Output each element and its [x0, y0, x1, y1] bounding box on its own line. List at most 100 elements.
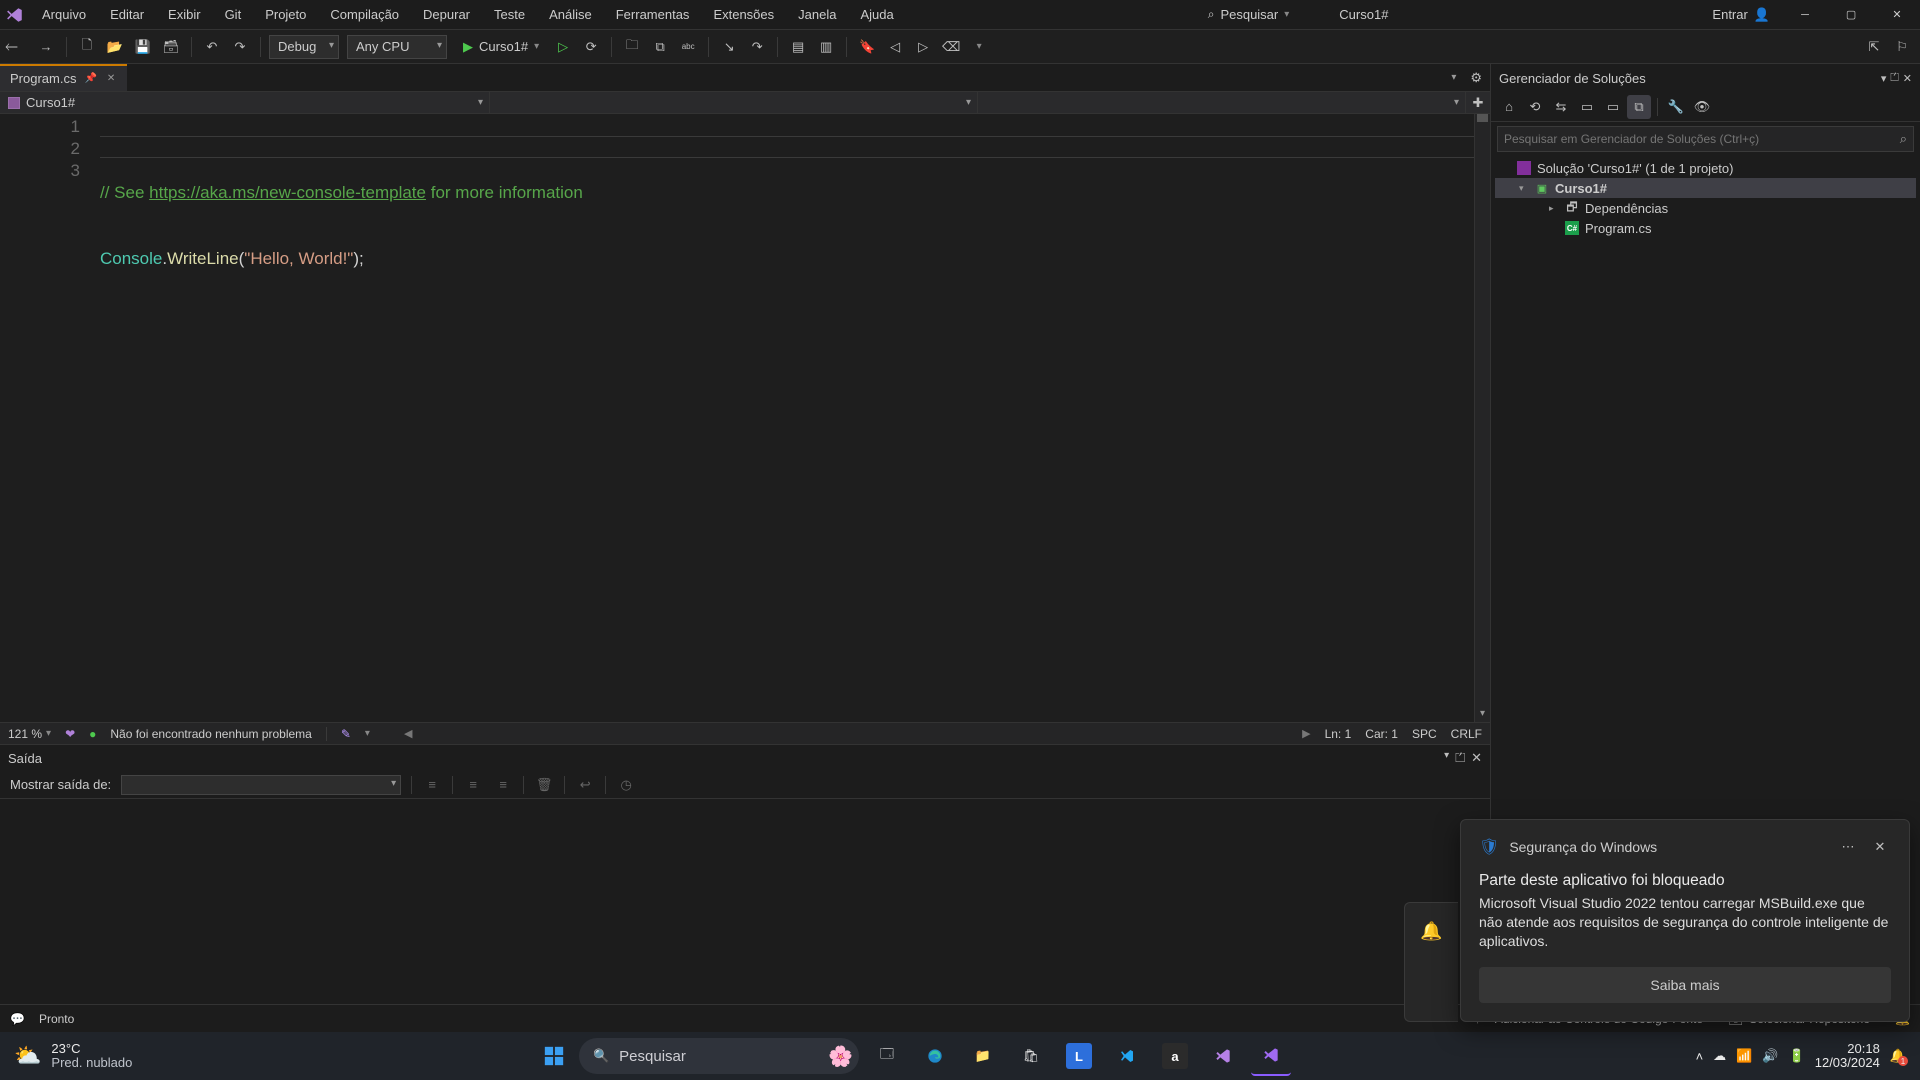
health-icon[interactable]: ❤	[65, 727, 75, 741]
edge-app[interactable]	[915, 1036, 955, 1076]
signin-button[interactable]: Entrar 👤	[1700, 7, 1782, 23]
vscode-app[interactable]	[1107, 1036, 1147, 1076]
live-share-button[interactable]: ⇱	[1862, 35, 1886, 59]
window-layout-button[interactable]: ⧉	[648, 35, 672, 59]
expand-icon[interactable]: ▸	[1549, 203, 1559, 214]
panel-close-icon[interactable]: ✕	[1471, 750, 1482, 766]
menu-extensoes[interactable]: Extensões	[701, 1, 786, 28]
home-button[interactable]: ⌂	[1497, 95, 1521, 119]
issues-label[interactable]: Não foi encontrado nenhum problema	[110, 727, 311, 741]
nav-prev-icon[interactable]: ◀	[404, 727, 412, 740]
explorer-search-input[interactable]	[1504, 132, 1900, 146]
menu-analise[interactable]: Análise	[537, 1, 604, 28]
solution-node[interactable]: Solução 'Curso1#' (1 de 1 projeto)	[1495, 158, 1916, 178]
tray-overflow-icon[interactable]: ˄	[1696, 1049, 1704, 1064]
indent-indicator[interactable]: SPC	[1412, 727, 1437, 741]
onedrive-icon[interactable]: ☁	[1713, 1048, 1726, 1064]
panel-dropdown-icon[interactable]: ▾	[1881, 72, 1887, 85]
uncomment-button[interactable]: ▥	[814, 35, 838, 59]
visual-studio-app[interactable]	[1251, 1036, 1291, 1076]
breadcrumb-member[interactable]	[978, 92, 1466, 113]
breadcrumb-namespace[interactable]	[490, 92, 978, 113]
start-nodebug-button[interactable]: ▷	[551, 35, 575, 59]
properties-button[interactable]: 🔧	[1664, 95, 1688, 119]
explorer-search[interactable]: ⌕	[1497, 126, 1914, 152]
menu-exibir[interactable]: Exibir	[156, 1, 213, 28]
switch-view-button[interactable]: ⟲	[1523, 95, 1547, 119]
step-over-button[interactable]: ↷	[745, 35, 769, 59]
titlebar-search[interactable]: ⌕ Pesquisar ▾	[1198, 5, 1300, 24]
toast-more-button[interactable]: ⋯	[1837, 836, 1859, 858]
line-indicator[interactable]: Ln: 1	[1325, 727, 1352, 741]
scroll-thumb[interactable]	[1477, 114, 1488, 122]
clear-output-button[interactable]: 🗑	[534, 775, 554, 795]
breadcrumb-split-button[interactable]: ✚	[1466, 92, 1490, 113]
find-text-button[interactable]: abc	[676, 35, 700, 59]
bookmark-next-button[interactable]: ▷	[911, 35, 935, 59]
tabs-settings-button[interactable]: ⚙	[1462, 70, 1490, 86]
taskbar-weather[interactable]: ⛅ 23°C Pred. nublado	[0, 1042, 146, 1071]
bookmark-prev-button[interactable]: ◁	[883, 35, 907, 59]
config-dropdown[interactable]: Debug	[269, 35, 339, 59]
start-button[interactable]	[537, 1039, 571, 1073]
feedback-button[interactable]: ⚐	[1890, 35, 1914, 59]
nav-forward-button[interactable]: →	[34, 35, 58, 59]
volume-icon[interactable]: 🔊	[1762, 1048, 1778, 1064]
toolbar-overflow-button[interactable]: ▾	[967, 35, 991, 59]
toast-close-button[interactable]: ✕	[1869, 836, 1891, 858]
menu-ajuda[interactable]: Ajuda	[848, 1, 905, 28]
menu-teste[interactable]: Teste	[482, 1, 537, 28]
nav-back-button[interactable]: ⃪	[6, 35, 30, 59]
panel-close-icon[interactable]: ✕	[1903, 72, 1912, 85]
wrap-button[interactable]: ↩	[575, 775, 595, 795]
vs-installer-app[interactable]	[1203, 1036, 1243, 1076]
app-a[interactable]: a	[1155, 1036, 1195, 1076]
panel-dropdown-icon[interactable]: ▾	[1444, 750, 1449, 766]
expand-icon[interactable]: ▾	[1519, 183, 1529, 194]
hot-reload-button[interactable]: ⟳	[579, 35, 603, 59]
bookmark-button[interactable]: 🔖	[855, 35, 879, 59]
menu-git[interactable]: Git	[213, 1, 254, 28]
taskbar-search[interactable]: 🔍 Pesquisar 🌸	[579, 1038, 859, 1074]
store-app[interactable]: 🛍	[1011, 1036, 1051, 1076]
menu-projeto[interactable]: Projeto	[253, 1, 318, 28]
scroll-down-icon[interactable]: ▾	[1475, 706, 1490, 722]
battery-icon[interactable]: 🔋	[1789, 1048, 1805, 1064]
goto-source-button[interactable]: ≡	[422, 775, 442, 795]
tab-close-icon[interactable]: ✕	[105, 71, 117, 86]
filter-button[interactable]: ⧉	[1627, 95, 1651, 119]
menu-compilacao[interactable]: Compilação	[318, 1, 411, 28]
menu-depurar[interactable]: Depurar	[411, 1, 482, 28]
panel-pin-icon[interactable]: ⏍	[1890, 72, 1898, 85]
breadcrumb-project[interactable]: Curso1#	[0, 92, 490, 113]
taskbar-clock[interactable]: 20:18 12/03/2024	[1815, 1042, 1880, 1071]
collapse-button[interactable]: ▭	[1601, 95, 1625, 119]
toast-learn-more-button[interactable]: Saiba mais	[1479, 967, 1891, 1003]
panel-pin-icon[interactable]: ⏍	[1455, 750, 1465, 766]
editor-scrollbar[interactable]: ▾	[1474, 114, 1490, 722]
code-surface[interactable]: // See https://aka.ms/new-console-templa…	[100, 114, 1474, 722]
save-all-button[interactable]: 🗃	[159, 35, 183, 59]
tabs-overflow-button[interactable]: ▾	[1445, 72, 1462, 83]
close-button[interactable]: ✕	[1874, 0, 1920, 30]
menu-arquivo[interactable]: Arquivo	[30, 1, 98, 28]
bookmark-clear-button[interactable]: ⌫	[939, 35, 963, 59]
redo-button[interactable]: ↷	[228, 35, 252, 59]
pin-icon[interactable]: 📌	[82, 71, 98, 86]
preview-button[interactable]: 👁	[1690, 95, 1714, 119]
task-view-button[interactable]: 🗔	[867, 1036, 907, 1076]
undo-button[interactable]: ↶	[200, 35, 224, 59]
zoom-dropdown[interactable]: 121 %▾	[8, 727, 51, 741]
notifications-button[interactable]: 🔔1	[1890, 1048, 1906, 1064]
minimize-button[interactable]: ─	[1782, 0, 1828, 30]
step-into-button[interactable]: ↘	[717, 35, 741, 59]
open-button[interactable]: 📂	[103, 35, 127, 59]
menu-ferramentas[interactable]: Ferramentas	[604, 1, 702, 28]
file-node[interactable]: C# Program.cs	[1495, 218, 1916, 238]
save-button[interactable]: 💾	[131, 35, 155, 59]
app-l[interactable]: L	[1059, 1036, 1099, 1076]
dependencies-node[interactable]: ▸ 🗗 Dependências	[1495, 198, 1916, 218]
output-source-dropdown[interactable]	[121, 775, 401, 795]
project-node[interactable]: ▾ ▣ Curso1#	[1495, 178, 1916, 198]
start-debug-button[interactable]: ▶ Curso1# ▾	[455, 35, 547, 59]
